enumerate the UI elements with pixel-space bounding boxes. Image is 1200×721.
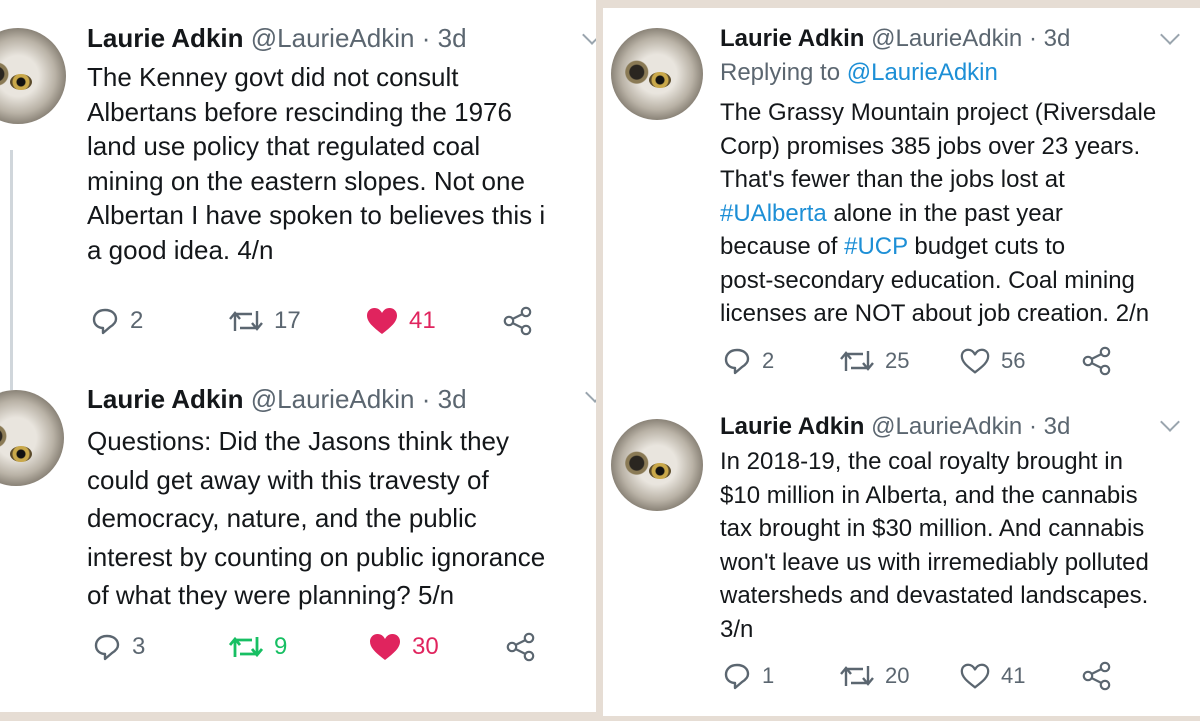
retweet-button[interactable]: 9 xyxy=(228,632,287,662)
author-handle[interactable]: @LaurieAdkin xyxy=(871,25,1022,52)
tweet-text: The Grassy Mountain project (Riversdale … xyxy=(720,96,1200,331)
chevron-down-icon[interactable] xyxy=(1160,412,1180,432)
author-handle[interactable]: @LaurieAdkin xyxy=(871,413,1022,440)
separator-dot: · xyxy=(1028,25,1037,52)
timestamp[interactable]: 3d xyxy=(1044,25,1071,52)
like-count: 30 xyxy=(412,633,439,660)
tweet-header: Laurie Adkin @LaurieAdkin · 3d xyxy=(87,383,467,415)
share-icon xyxy=(1082,346,1111,376)
hashtag-ualberta[interactable]: #UAlberta xyxy=(720,200,827,227)
tweet-actions: 2 25 56 xyxy=(603,346,1200,386)
reply-button[interactable]: 2 xyxy=(90,306,143,336)
tweet-text: Questions: Did the Jasons think they cou… xyxy=(87,426,546,610)
like-icon xyxy=(370,634,400,660)
share-icon xyxy=(503,306,532,336)
retweet-icon xyxy=(228,636,264,658)
retweet-icon xyxy=(840,666,874,686)
chevron-down-icon[interactable] xyxy=(582,25,596,45)
tweet-2[interactable]: Laurie Adkin @LaurieAdkin · 3d Replying … xyxy=(603,8,1200,403)
hashtag-ucp[interactable]: #UCP xyxy=(844,233,908,260)
avatar[interactable] xyxy=(611,28,703,120)
share-button[interactable] xyxy=(502,306,534,336)
tweet-5[interactable]: Laurie Adkin @LaurieAdkin · 3d Questions… xyxy=(0,370,596,712)
tweet-actions: 2 17 41 xyxy=(0,306,596,346)
tweet-actions: 1 20 41 xyxy=(603,661,1200,701)
like-button[interactable]: 30 xyxy=(368,632,439,662)
tweet-3[interactable]: Laurie Adkin @LaurieAdkin · 3d In 2018-1… xyxy=(603,403,1200,716)
author-name[interactable]: Laurie Adkin xyxy=(720,413,864,440)
tweet-actions: 3 9 30 xyxy=(0,632,596,672)
tweet-header: Laurie Adkin @LaurieAdkin · 3d xyxy=(720,24,1070,54)
reply-icon xyxy=(724,348,750,375)
share-icon xyxy=(506,632,535,662)
separator-dot: · xyxy=(1028,413,1037,440)
separator-dot: · xyxy=(421,23,431,53)
reply-button[interactable]: 3 xyxy=(92,632,145,662)
reply-icon xyxy=(724,663,750,690)
retweet-button[interactable]: 17 xyxy=(228,306,301,336)
thread-line xyxy=(10,370,13,390)
chevron-down-icon[interactable] xyxy=(1160,25,1180,45)
tweet-text: The Kenney govt did not consult Albertan… xyxy=(87,62,546,265)
tweet-text: In 2018-19, the coal royalty brought in … xyxy=(720,448,1149,643)
avatar[interactable] xyxy=(0,28,66,124)
author-name[interactable]: Laurie Adkin xyxy=(720,25,864,52)
share-icon xyxy=(1082,661,1111,691)
chevron-down-icon[interactable] xyxy=(585,383,596,403)
reply-count: 3 xyxy=(132,633,146,660)
author-handle[interactable]: @LaurieAdkin xyxy=(251,23,415,53)
retweet-button[interactable]: 25 xyxy=(839,346,909,376)
avatar[interactable] xyxy=(0,390,64,486)
tweet-header: Laurie Adkin @LaurieAdkin · 3d xyxy=(720,412,1070,442)
text-part: The Grassy Mountain project (Riversdale … xyxy=(720,99,1157,193)
retweet-count: 20 xyxy=(885,663,910,688)
like-count: 41 xyxy=(409,307,436,334)
like-icon xyxy=(367,308,397,334)
reply-button[interactable]: 2 xyxy=(722,346,774,376)
reply-count: 1 xyxy=(762,663,775,688)
reply-icon xyxy=(92,308,118,335)
reply-count: 2 xyxy=(130,307,144,334)
share-button[interactable] xyxy=(505,632,537,662)
like-button[interactable]: 56 xyxy=(959,346,1025,376)
retweet-icon xyxy=(229,311,263,331)
retweet-count: 9 xyxy=(274,633,288,660)
like-button[interactable]: 41 xyxy=(959,661,1025,691)
replying-to: Replying to @LaurieAdkin xyxy=(720,58,998,88)
left-screenshot-panel: Laurie Adkin @LaurieAdkin · 3d The Kenne… xyxy=(0,0,596,712)
separator-dot: · xyxy=(421,384,431,414)
retweet-icon xyxy=(840,351,874,371)
like-icon xyxy=(960,663,990,689)
like-count: 56 xyxy=(1001,348,1026,373)
reply-icon xyxy=(94,634,120,661)
timestamp[interactable]: 3d xyxy=(438,23,467,53)
replying-to-label: Replying to xyxy=(720,59,841,86)
replying-to-handle[interactable]: @LaurieAdkin xyxy=(847,59,998,86)
like-count: 41 xyxy=(1001,663,1026,688)
retweet-count: 25 xyxy=(885,348,910,373)
tweet-4[interactable]: Laurie Adkin @LaurieAdkin · 3d The Kenne… xyxy=(0,0,596,375)
reply-count: 2 xyxy=(762,348,775,373)
timestamp[interactable]: 3d xyxy=(1044,413,1071,440)
tweet-header: Laurie Adkin @LaurieAdkin · 3d xyxy=(87,22,467,54)
share-button[interactable] xyxy=(1081,661,1113,691)
like-icon xyxy=(960,348,990,374)
author-name[interactable]: Laurie Adkin xyxy=(87,384,244,414)
like-button[interactable]: 41 xyxy=(365,306,436,336)
avatar[interactable] xyxy=(611,419,703,511)
share-button[interactable] xyxy=(1081,346,1113,376)
reply-button[interactable]: 1 xyxy=(722,661,774,691)
author-name[interactable]: Laurie Adkin xyxy=(87,23,244,53)
timestamp[interactable]: 3d xyxy=(438,384,467,414)
right-screenshot-panel: Laurie Adkin @LaurieAdkin · 3d Replying … xyxy=(603,8,1200,716)
retweet-button[interactable]: 20 xyxy=(839,661,909,691)
author-handle[interactable]: @LaurieAdkin xyxy=(251,384,415,414)
retweet-count: 17 xyxy=(274,307,301,334)
